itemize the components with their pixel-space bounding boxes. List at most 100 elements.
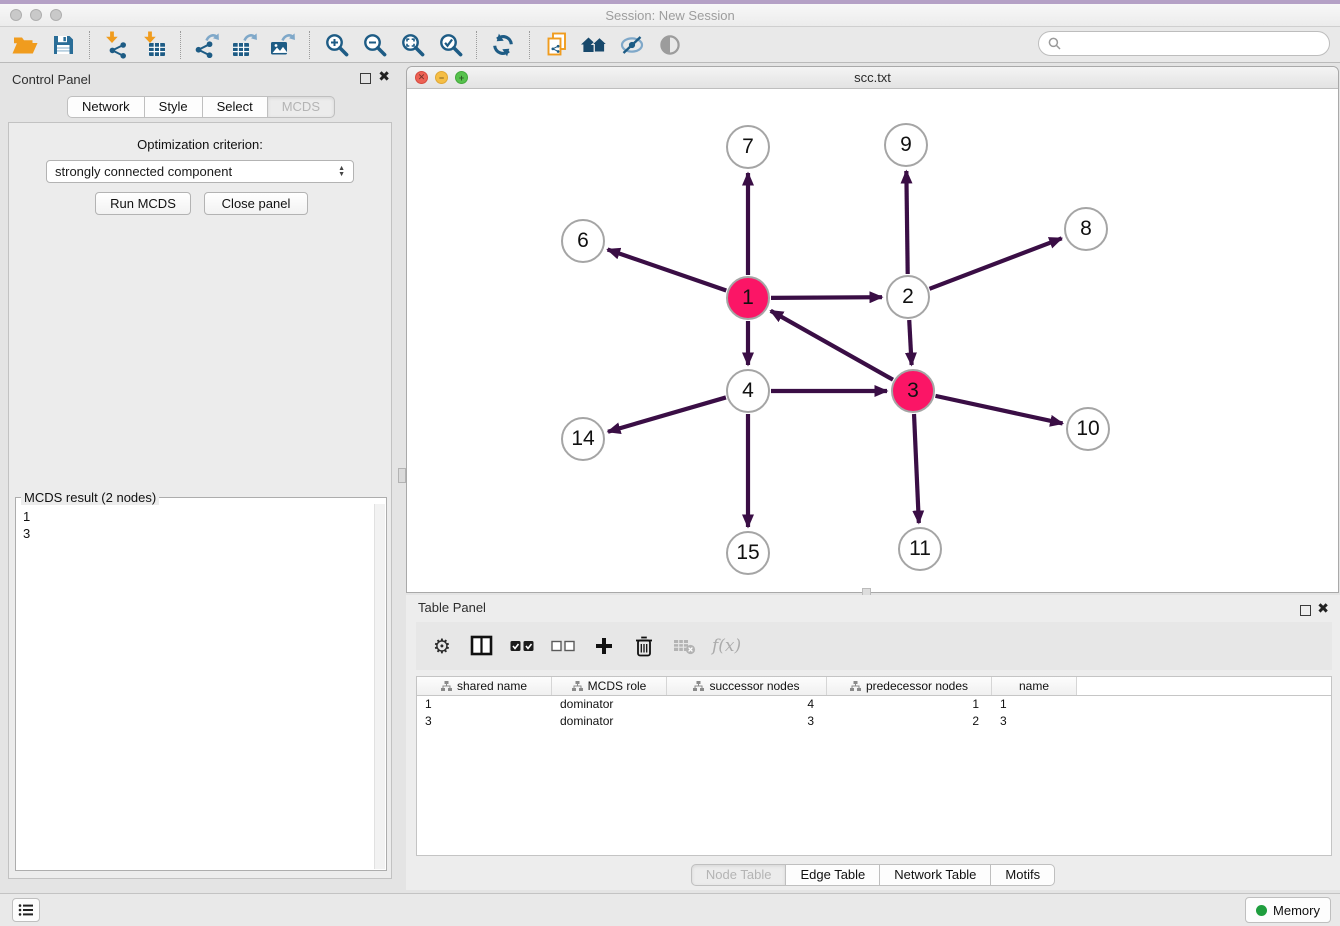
node-3[interactable]: 3 (891, 369, 935, 413)
network-overview-home-button[interactable] (575, 29, 613, 61)
delete-table-button[interactable] (672, 633, 696, 659)
tab-node-table[interactable]: Node Table (691, 864, 787, 886)
float-table-panel-icon[interactable] (1300, 605, 1311, 616)
zoom-selected-button[interactable] (431, 29, 469, 61)
cell-r1-MCDS-role[interactable]: dominator (552, 713, 667, 730)
search-field[interactable] (1038, 31, 1330, 56)
column-header-MCDS-role[interactable]: MCDS role (552, 677, 667, 695)
criterion-select[interactable]: strongly connected component ▲▼ (46, 160, 354, 183)
network-view-window: ✕ − + scc.txt 7 9 6 8 1 2 4 3 14 10 15 11 (406, 66, 1339, 593)
tab-style[interactable]: Style (144, 96, 203, 118)
mcds-result-list[interactable]: 1 3 (17, 504, 373, 869)
edge-3-11[interactable] (914, 414, 919, 523)
table-panel-title: Table Panel (418, 600, 486, 615)
column-label: MCDS role (588, 679, 647, 693)
zoom-in-icon (324, 32, 349, 57)
vertical-splitter-handle[interactable] (398, 468, 406, 483)
column-label: shared name (457, 679, 527, 693)
edge-layer (407, 89, 1338, 592)
node-7[interactable]: 7 (726, 125, 770, 169)
network-canvas[interactable]: 7 9 6 8 1 2 4 3 14 10 15 11 (407, 89, 1338, 592)
toolbar-separator (89, 31, 90, 59)
save-session-button[interactable] (44, 29, 82, 61)
memory-button[interactable]: Memory (1245, 897, 1331, 923)
cell-r1-predecessor-nodes[interactable]: 2 (827, 713, 992, 730)
zoom-in-button[interactable] (317, 29, 355, 61)
close-panel-button[interactable]: Close panel (204, 192, 308, 215)
save-session-icon (50, 32, 76, 58)
edge-3-10[interactable] (935, 396, 1062, 424)
node-6[interactable]: 6 (561, 219, 605, 263)
zoom-out-button[interactable] (355, 29, 393, 61)
edge-1-6[interactable] (608, 249, 727, 290)
tab-motifs[interactable]: Motifs (990, 864, 1055, 886)
settings-button[interactable]: ⚙ (430, 633, 454, 659)
tab-network-table[interactable]: Network Table (879, 864, 991, 886)
node-1[interactable]: 1 (726, 276, 770, 320)
node-15[interactable]: 15 (726, 531, 770, 575)
export-table-button[interactable] (226, 29, 264, 61)
import-table-button[interactable] (135, 29, 173, 61)
tab-edge-table[interactable]: Edge Table (785, 864, 880, 886)
cell-r0-successor-nodes[interactable]: 4 (667, 696, 827, 713)
network-window-titlebar[interactable]: ✕ − + scc.txt (407, 67, 1338, 89)
cell-r1-shared-name[interactable]: 3 (417, 713, 552, 730)
float-panel-icon[interactable] (360, 73, 371, 84)
edge-2-9[interactable] (906, 171, 907, 274)
task-history-button[interactable] (12, 898, 40, 922)
import-network-button[interactable] (97, 29, 135, 61)
add-row-button[interactable] (592, 633, 616, 659)
column-header-name[interactable]: name (992, 677, 1077, 695)
mcds-tab-content: Optimization criterion: strongly connect… (8, 122, 392, 879)
edge-4-14[interactable] (608, 397, 726, 431)
zoom-fit-button[interactable] (393, 29, 431, 61)
attribute-type-icon (693, 681, 704, 692)
search-input[interactable] (1067, 35, 1320, 52)
export-network-button[interactable] (188, 29, 226, 61)
edge-3-1[interactable] (771, 311, 893, 380)
cell-r0-name[interactable]: 1 (992, 696, 1077, 713)
close-table-panel-icon[interactable]: ✖ (1317, 601, 1329, 617)
app-window: Session: New Session Control Panel ✖ Net… (0, 0, 1340, 926)
zoom-selected-icon (438, 32, 463, 57)
column-header-shared-name[interactable]: shared name (417, 677, 552, 695)
node-11[interactable]: 11 (898, 527, 942, 571)
node-10[interactable]: 10 (1066, 407, 1110, 451)
node-4[interactable]: 4 (726, 369, 770, 413)
column-chooser-button[interactable] (470, 633, 494, 659)
close-panel-icon[interactable]: ✖ (378, 69, 390, 85)
cell-r0-shared-name[interactable]: 1 (417, 696, 552, 713)
cell-r1-successor-nodes[interactable]: 3 (667, 713, 827, 730)
cell-r0-predecessor-nodes[interactable]: 1 (827, 696, 992, 713)
edge-1-2[interactable] (771, 297, 882, 298)
table-panel-tabs: Node TableEdge TableNetwork TableMotifs (406, 864, 1340, 886)
duplicate-network-button[interactable] (537, 29, 575, 61)
memory-status-icon (1256, 905, 1267, 916)
column-header-successor-nodes[interactable]: successor nodes (667, 677, 827, 695)
node-9[interactable]: 9 (884, 123, 928, 167)
refresh-layout-button[interactable] (484, 29, 522, 61)
show-graphics-details-button[interactable] (651, 29, 689, 61)
delete-row-button[interactable] (632, 633, 656, 659)
column-header-predecessor-nodes[interactable]: predecessor nodes (827, 677, 992, 695)
run-mcds-button[interactable]: Run MCDS (95, 192, 191, 215)
tab-network[interactable]: Network (67, 96, 145, 118)
result-scrollbar[interactable] (374, 504, 385, 869)
open-session-button[interactable] (6, 29, 44, 61)
function-builder-button[interactable]: f(x) (712, 633, 741, 659)
unselect-all-button[interactable] (551, 633, 576, 659)
select-all-button[interactable] (510, 633, 535, 659)
edge-2-8[interactable] (929, 238, 1061, 289)
cell-r0-MCDS-role[interactable]: dominator (552, 696, 667, 713)
tab-mcds[interactable]: MCDS (267, 96, 335, 118)
node-14[interactable]: 14 (561, 417, 605, 461)
settings-icon: ⚙ (433, 635, 451, 657)
hide-graphics-details-button[interactable] (613, 29, 651, 61)
tab-select[interactable]: Select (202, 96, 268, 118)
edge-2-3[interactable] (909, 320, 911, 365)
export-image-button[interactable] (264, 29, 302, 61)
cell-r1-name[interactable]: 3 (992, 713, 1077, 730)
table-panel: Table Panel ✖ ⚙ f(x) shared name MCDS role… (406, 595, 1340, 890)
node-2[interactable]: 2 (886, 275, 930, 319)
node-8[interactable]: 8 (1064, 207, 1108, 251)
